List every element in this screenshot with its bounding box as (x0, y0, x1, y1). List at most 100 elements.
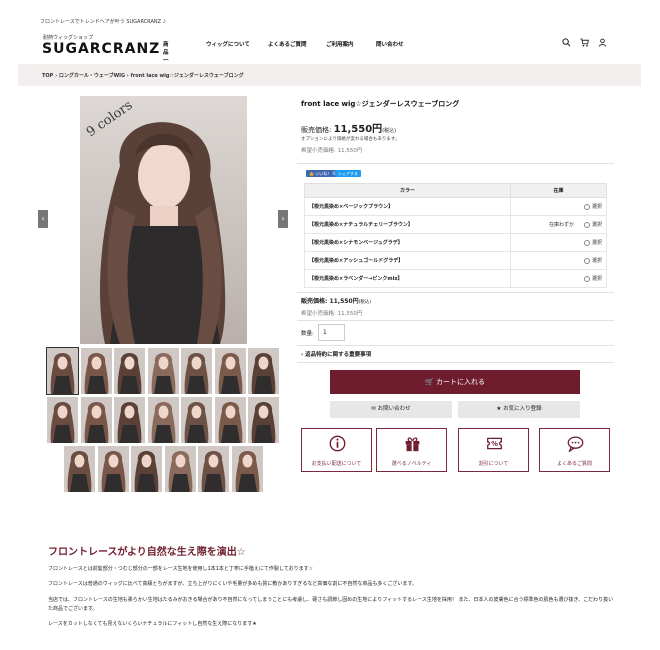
quantity-input[interactable]: 1 (318, 324, 345, 341)
brand-logo[interactable]: SUGARCRANZ (42, 41, 160, 57)
msrp: 希望小売価格: 11,550円 (301, 311, 363, 317)
card-label: よくあるご質問 (556, 461, 592, 467)
variant-stock-cell: 選択 (510, 269, 607, 288)
variant-radio[interactable] (583, 203, 590, 210)
variant-name: 【根元黒染め×ラベンダー→ピンクmix】 (304, 269, 511, 288)
gallery-next-button[interactable]: › (278, 210, 288, 228)
nav-item-about-wigs[interactable]: ウィッグについて (206, 40, 250, 48)
msrp: 希望小売価格: 11,550円 (301, 148, 363, 154)
breadcrumb[interactable]: TOP › ロングカール・ウェーブWIG › front lace wig☆ジェ… (42, 72, 244, 79)
thumbnail-image[interactable] (198, 446, 229, 492)
variant-radio[interactable] (583, 275, 590, 282)
breadcrumb-bar: TOP › ロングカール・ウェーブWIG › front lace wig☆ジェ… (18, 64, 641, 86)
divider (297, 362, 614, 363)
variant-row[interactable]: 【根元黒染め×ベージックブラウン】 選択 (304, 197, 607, 216)
discount-icon: % (486, 435, 503, 452)
thumbnail-image[interactable] (248, 397, 279, 443)
divider (297, 345, 614, 346)
select-label: 選択 (591, 276, 602, 282)
favorite-button[interactable]: ★ お気に入り登録 (458, 401, 580, 418)
card-novelty[interactable]: 選べるノベルティ (376, 428, 447, 472)
facebook-like-button[interactable]: 👍 いいね！ 0 (306, 170, 339, 177)
thumbnail-image[interactable] (97, 446, 129, 492)
table-header-color: カラー (304, 183, 511, 198)
variant-row[interactable]: 【根元黒染め×ラベンダー→ピンクmix】 選択 (304, 269, 607, 288)
thumbnail-image[interactable] (80, 348, 112, 394)
add-to-cart-button[interactable]: 🛒 カートに入れる (330, 370, 580, 394)
variant-stock-cell: 選択 (510, 251, 607, 270)
variant-name: 【根元黒染め×アッシュゴールドグラデ】 (304, 251, 511, 270)
thumbnail-image[interactable] (231, 446, 263, 492)
thumbnail-image[interactable] (114, 397, 145, 443)
thumbnail-image[interactable] (147, 348, 179, 394)
description-paragraph: レースをカットしなくても見えないくらいナチュラルにフィットし自然な生え際になりま… (48, 621, 257, 627)
variant-row[interactable]: 【根元黒染め×アッシュゴールドグラデ】 選択 (304, 251, 607, 270)
variant-radio[interactable] (583, 221, 590, 228)
variant-name: 【根元黒染め×シナモンベージュグラデ】 (304, 233, 511, 252)
card-label: 割引について (478, 461, 509, 467)
description-paragraph: フロントレースとは前髪部分・つむじ部分の一部をレース生地を使用し1本1本と丁寧に… (48, 566, 314, 572)
tax-note: (税込) (382, 128, 397, 134)
thumbnail-image[interactable] (131, 446, 162, 492)
info-icon (329, 435, 346, 452)
header-icons (562, 38, 607, 47)
variant-radio[interactable] (583, 257, 590, 264)
thumbnail-image[interactable] (181, 397, 212, 443)
nav-item-faq[interactable]: よくあるご質問 (268, 40, 307, 48)
price-label: 販売価格: (301, 126, 332, 134)
thumbnail-image[interactable] (47, 397, 78, 443)
thumbnail-image[interactable] (181, 348, 212, 394)
chat-icon (567, 435, 584, 453)
card-discount[interactable]: % 割引について (458, 428, 529, 472)
variant-name: 【根元黒染め×ナチュラルチェリーブラウン】 (304, 215, 511, 234)
variant-stock-cell: 在庫わずか 選択 (510, 215, 607, 234)
thumbnail-image[interactable] (248, 348, 279, 394)
thumbnail-image[interactable] (64, 446, 95, 492)
description-paragraph: 当店では、フロントレースの生地も柔らかい生地はたるみがおきる場合があり不自然にな… (48, 597, 614, 612)
description-paragraph: フロントレースは普通のウィッグに比べて高級とちがますが、立ち上がりにくいや毛量が… (48, 581, 417, 587)
svg-text:%: % (491, 440, 498, 448)
product-title: front lace wig☆ジェンダーレスウェーブロング (301, 100, 460, 108)
select-label: 選択 (591, 240, 602, 246)
contact-button[interactable]: ✉ お問い合わせ (330, 401, 452, 418)
thumbnail-image[interactable] (164, 446, 196, 492)
divider (297, 320, 614, 321)
table-header-stock: 在庫 (510, 183, 607, 198)
cart-icon[interactable] (580, 38, 589, 47)
nav-item-guide[interactable]: ご利用案内 (326, 40, 354, 48)
product-main-image[interactable] (80, 96, 247, 344)
option-note: オプションにより価格が変わる場合もあります。 (301, 137, 400, 142)
section-title: フロントレースがより自然な生え際を演出☆ (48, 547, 246, 558)
variant-radio[interactable] (583, 239, 590, 246)
price-value: 11,550円 (329, 298, 359, 305)
share-button[interactable]: シェアする (335, 170, 361, 177)
card-label: 選べるノベルティ (391, 461, 432, 467)
card-faq[interactable]: よくあるご質問 (539, 428, 610, 472)
thumbnail-image[interactable] (80, 397, 112, 443)
thumbnail-image[interactable] (46, 347, 79, 395)
variant-row[interactable]: 【根元黒染め×ナチュラルチェリーブラウン】 在庫わずか 選択 (304, 215, 607, 234)
thumbnail-image[interactable] (214, 348, 246, 394)
user-icon[interactable] (598, 38, 607, 47)
thumbnail-image[interactable] (214, 397, 246, 443)
thumbnail-image[interactable] (114, 348, 145, 394)
gallery-prev-button[interactable]: ‹ (38, 210, 48, 228)
card-payment-shipping[interactable]: お支払い配送について (301, 428, 372, 472)
divider (297, 163, 614, 164)
variant-stock-cell: 選択 (510, 197, 607, 216)
thumbnail-image[interactable] (147, 397, 179, 443)
select-label: 選択 (591, 258, 602, 264)
nav-item-contact[interactable]: 問い合わせ (376, 40, 404, 48)
select-label: 選択 (591, 222, 602, 228)
card-label: お支払い配送について (311, 461, 362, 467)
stock-status: 在庫わずか (548, 222, 574, 228)
variant-stock-cell: 選択 (510, 233, 607, 252)
gift-icon (404, 435, 421, 452)
price-value: 11,550円 (333, 124, 383, 135)
search-icon[interactable] (562, 38, 571, 47)
variant-row[interactable]: 【根元黒染め×シナモンベージュグラデ】 選択 (304, 233, 607, 252)
select-label: 選択 (591, 204, 602, 210)
divider (297, 292, 614, 293)
tax-note: (税込) (358, 300, 372, 305)
returns-policy-link[interactable]: › 返品特約に関する重要事項 (301, 350, 371, 358)
